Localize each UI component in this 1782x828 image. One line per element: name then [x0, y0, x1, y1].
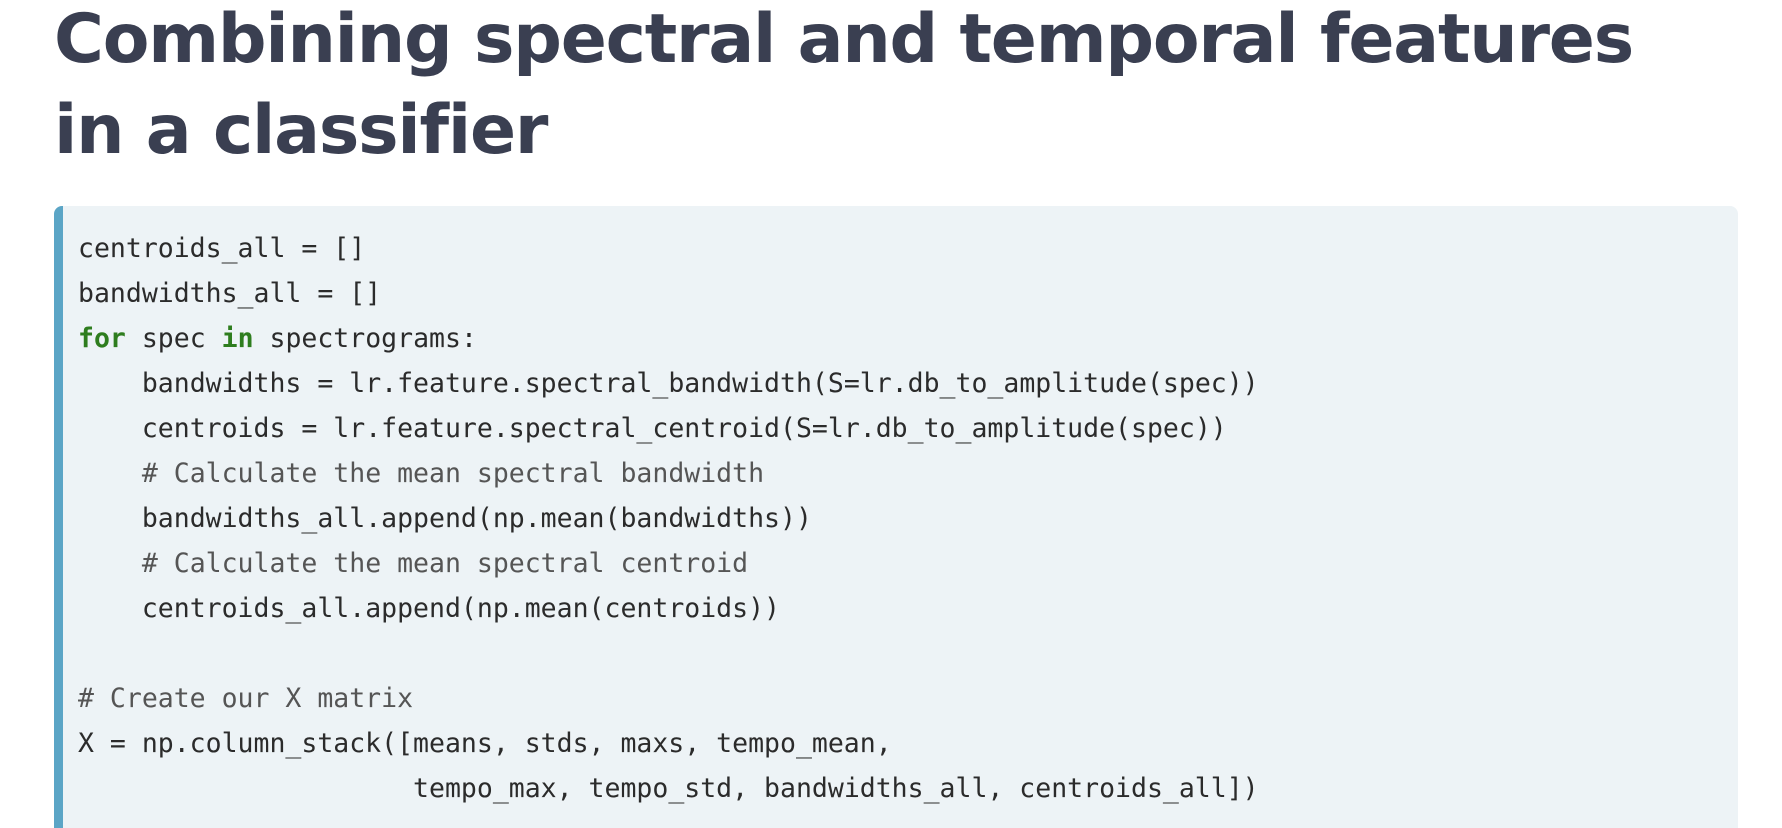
- code-text: centroids_all.append(np.mean(centroids)): [141, 593, 781, 624]
- code-text: centroids_all = []: [78, 233, 366, 264]
- slide-page: Combining spectral and temporal features…: [0, 0, 1782, 828]
- code-text: centroids = lr.feature.spectral_centroid…: [141, 413, 1227, 444]
- code-text: X = np.column_stack([means, stds, maxs, …: [78, 728, 892, 759]
- code-text: bandwidths_all = []: [78, 278, 382, 309]
- code-comment: # Calculate the mean spectral centroid: [141, 548, 749, 579]
- code-text: tempo_max, tempo_std, bandwidths_all, ce…: [413, 773, 1259, 804]
- code-line: X = np.column_stack([means, stds, maxs, …: [78, 721, 1259, 766]
- code-keyword: in: [221, 323, 254, 354]
- code-line: centroids_all = []: [78, 226, 1259, 271]
- code-line: tempo_max, tempo_std, bandwidths_all, ce…: [78, 766, 1259, 811]
- code-line: centroids = lr.feature.spectral_centroid…: [78, 406, 1259, 451]
- code-line: centroids_all.append(np.mean(centroids)): [78, 586, 1259, 631]
- code-text: bandwidths = lr.feature.spectral_bandwid…: [141, 368, 1259, 399]
- code-line: bandwidths_all.append(np.mean(bandwidths…: [78, 496, 1259, 541]
- code-comment: # Create our X matrix: [78, 683, 414, 714]
- code-line: bandwidths_all = []: [78, 271, 1259, 316]
- code-lines: centroids_all = [] bandwidths_all = [] for…: [78, 226, 1259, 811]
- code-line: bandwidths = lr.feature.spectral_bandwid…: [78, 361, 1259, 406]
- code-text: spectrograms:: [253, 323, 477, 354]
- page-title: Combining spectral and temporal features…: [54, 0, 1634, 170]
- code-line: # Calculate the mean spectral bandwidth: [78, 451, 1259, 496]
- code-line: # Calculate the mean spectral centroid: [78, 541, 1259, 586]
- code-text: bandwidths_all.append(np.mean(bandwidths…: [141, 503, 812, 534]
- code-text: spec: [125, 323, 222, 354]
- code-keyword: for: [78, 323, 126, 354]
- code-line: for spec in spectrograms:: [78, 316, 1259, 361]
- code-comment: # Calculate the mean spectral bandwidth: [141, 458, 765, 489]
- code-line: # Create our X matrix: [78, 676, 1259, 721]
- code-block: centroids_all = [] bandwidths_all = [] for…: [54, 206, 1738, 828]
